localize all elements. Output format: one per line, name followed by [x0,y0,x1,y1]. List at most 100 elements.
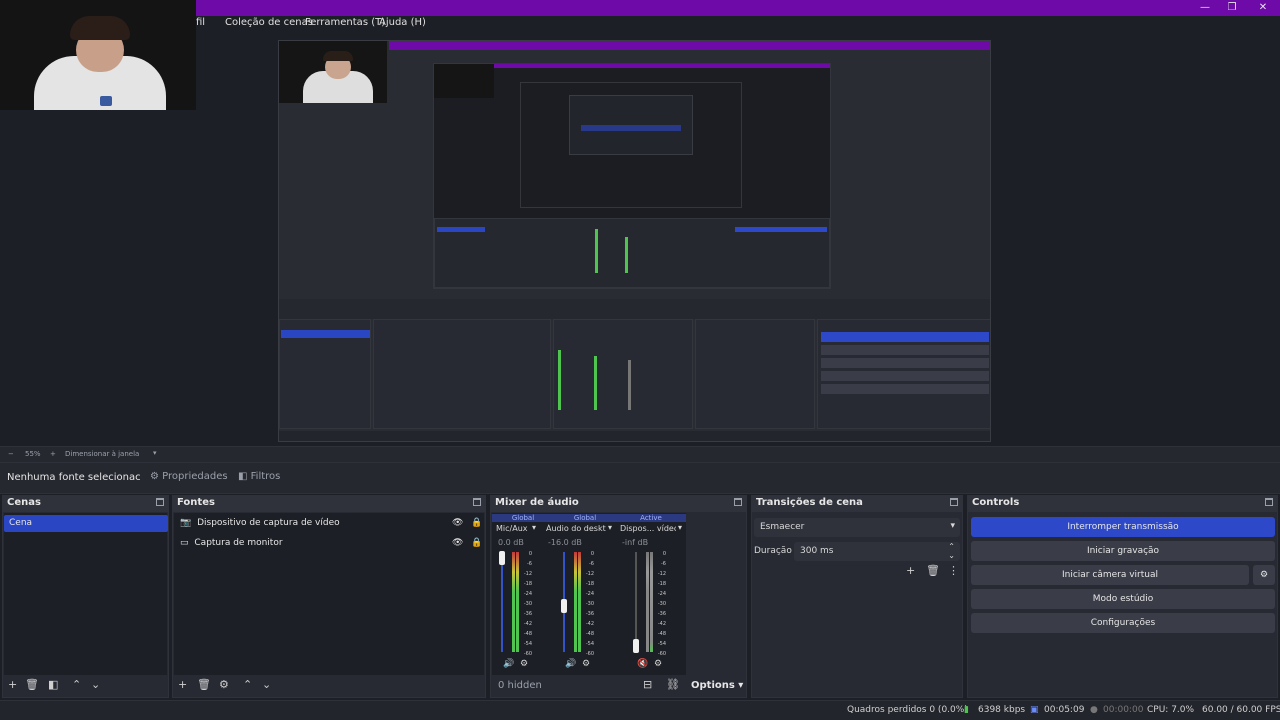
filter-icon[interactable]: ◧ [48,678,58,691]
channel-tag: Global [554,514,616,522]
stop-streaming-button[interactable]: Interromper transmissão [971,517,1275,537]
mixer-channels: Global Mic/Aux ▾ 0.0 dB 0 -6 -12 -18 -24 -30 -… [492,513,686,675]
meter-tick-label: -36 [585,611,594,617]
trash-icon[interactable]: 🗑 [25,678,39,691]
duration-spinbox[interactable]: 300 ms ⌃ ⌄ [794,542,960,561]
speaker-icon[interactable]: 🔊 [565,659,576,669]
chevron-down-icon[interactable]: ▾ [608,523,612,532]
audio-mixer-dock: Mixer de áudio Global Mic/Aux ▾ 0.0 dB 0… [490,495,747,698]
spin-arrows-icon[interactable]: ⌃ ⌄ [948,542,955,560]
duration-label: Duração [754,546,792,556]
level-meter [646,552,649,652]
move-down-icon[interactable]: ⌄ [91,678,100,691]
volume-slider-track[interactable] [635,552,637,652]
volume-slider-track[interactable] [501,552,503,652]
record-time: 00:00:00 [1103,705,1144,715]
speaker-icon[interactable]: 🔊 [503,659,514,669]
meter-tick-label: -24 [585,591,594,597]
undock-icon[interactable] [734,498,742,506]
filters-button[interactable]: ◧ Filtros [238,471,280,482]
meter-tick-label: -36 [523,611,532,617]
transitions-title: Transições de cena [756,497,863,508]
meter-tick-label: -60 [523,651,532,657]
source-item-video-capture[interactable]: 📷 Dispositivo de captura de vídeo 👁 🔒 [180,518,482,528]
signal-icon: ▮ [964,705,969,715]
gear-icon[interactable]: ⚙ [219,678,229,691]
preview-capture-image [278,40,991,442]
more-icon[interactable]: ⋮ [948,564,959,577]
fps: 60.00 / 60.00 FPS [1202,705,1280,715]
chevron-down-icon[interactable]: ▾ [678,523,682,532]
add-icon[interactable]: + [8,678,17,691]
layout-icon[interactable]: ⊟ [643,678,652,691]
meter-tick-label: -48 [523,631,532,637]
scenes-footer: + 🗑 ◧ ⌃ ⌄ [3,675,168,697]
trash-icon[interactable]: 🗑 [926,564,940,577]
zoom-in-button[interactable]: + [50,450,56,458]
nested-zoombar [279,299,990,307]
sources-header: Fontes [173,496,485,512]
scale-mode-select[interactable]: Dimensionar à janela [65,450,139,458]
meter-tick-label: -6 [589,561,594,567]
stream-icon: ▣ [1030,705,1039,715]
start-recording-button[interactable]: Iniciar gravação [971,541,1275,561]
link-icon[interactable]: ⛓ [666,678,680,691]
add-icon[interactable]: + [178,678,187,691]
record-icon: ● [1090,705,1098,715]
zoom-out-button[interactable]: − [8,450,14,458]
transitions-dock: Transições de cena Esmaecer ▾ Duração 30… [751,495,963,698]
add-icon[interactable]: + [906,564,915,577]
stream-time: 00:05:09 [1044,705,1085,715]
move-up-icon[interactable]: ⌃ [243,678,252,691]
mixer-channel-desktop-audio: Global Áudio do desktop ▾ -16.0 dB 0 -6 -1… [546,513,616,673]
cpu-usage: CPU: 7.0% [1147,705,1195,715]
source-toolbar: Nenhuma fonte selecionac ⚙ Propriedades … [0,462,1280,494]
trash-icon[interactable]: 🗑 [197,678,211,691]
meter-tick-label: -18 [523,581,532,587]
studio-mode-button[interactable]: Modo estúdio [971,589,1275,609]
move-up-icon[interactable]: ⌃ [72,678,81,691]
properties-label: Propriedades [162,471,228,482]
maximize-button[interactable]: ❐ [1217,0,1247,16]
volume-slider-knob[interactable] [561,599,567,614]
settings-icon[interactable]: ⚙ [582,659,590,669]
nested-transitions [695,319,815,429]
properties-button[interactable]: ⚙ Propriedades [150,471,228,482]
settings-icon[interactable]: ⚙ [654,659,662,669]
source-item-display-capture[interactable]: ▭ Captura de monitor 👁 🔒 [180,538,482,548]
scene-item-cena[interactable]: Cena [4,515,168,532]
menu-tools[interactable]: Ferramentas (T) [305,17,385,28]
speaker-muted-icon[interactable]: 🔇 [637,659,648,669]
status-bar: Quadros perdidos 0 (0.0%) ▮ 6398 kbps ▣ … [0,700,1280,720]
virtual-camera-settings-button[interactable]: ⚙ [1253,565,1275,585]
undock-icon[interactable] [473,498,481,506]
volume-slider-knob[interactable] [499,551,505,565]
sources-dock: Fontes 📷 Dispositivo de captura de vídeo… [172,495,486,698]
undock-icon[interactable] [1265,498,1273,506]
hidden-count[interactable]: 0 hidden [498,680,542,691]
settings-icon[interactable]: ⚙ [520,659,528,669]
settings-button[interactable]: Configurações [971,613,1275,633]
lock-icon[interactable]: 🔒 [471,538,482,548]
chevron-down-icon[interactable]: ▾ [153,449,157,457]
move-down-icon[interactable]: ⌄ [262,678,271,691]
menu-scene-collection[interactable]: Coleção de cenas [225,17,313,28]
eye-icon[interactable]: 👁 [452,518,463,528]
undock-icon[interactable] [156,498,164,506]
chevron-down-icon[interactable]: ▾ [532,523,536,532]
scene-label: Cena [9,518,33,528]
minimize-button[interactable]: — [1190,0,1220,16]
menu-help[interactable]: Ajuda (H) [379,17,426,28]
undock-icon[interactable] [950,498,958,506]
eye-icon[interactable]: 👁 [452,538,463,548]
lock-icon[interactable]: 🔒 [471,518,482,528]
meter-tick-label: -18 [657,581,666,587]
meter-ticks: 0 -6 -12 -18 -24 -30 -36 -42 -48 -54 -60 [654,549,666,659]
start-virtual-camera-button[interactable]: Iniciar câmera virtual [971,565,1249,585]
transition-select[interactable]: Esmaecer ▾ [754,518,960,537]
volume-slider-knob[interactable] [633,639,639,653]
meter-tick-label: -30 [585,601,594,607]
options-button[interactable]: Options ▾ [691,680,743,691]
scenes-list: Cena [4,513,168,675]
close-button[interactable]: ✕ [1248,0,1278,16]
